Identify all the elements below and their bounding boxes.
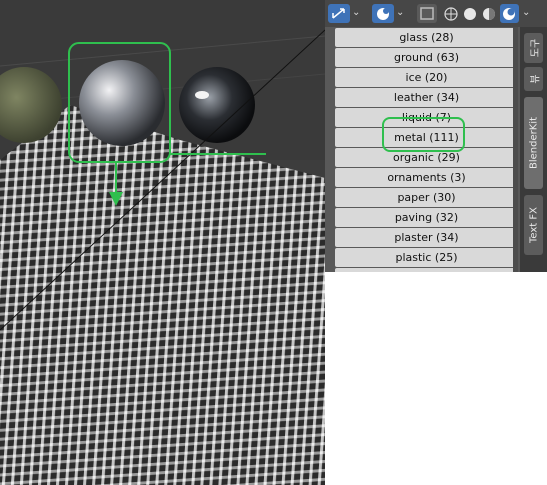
tab-view[interactable]: 뷰 (524, 67, 543, 91)
wireframe-shading-icon[interactable] (443, 4, 460, 23)
rendered-shading-icon[interactable] (500, 4, 519, 23)
category-item-ornaments[interactable]: ornaments (3) (335, 168, 518, 187)
chevron-down-icon: ⌄ (396, 7, 405, 18)
shading-dropdown[interactable]: ⌄ (522, 4, 532, 23)
tab-blenderkit[interactable]: BlenderKit (524, 97, 543, 189)
material-shading-icon[interactable] (481, 4, 498, 23)
viewport-scene (0, 0, 325, 485)
category-item-ground[interactable]: ground (63) (335, 48, 518, 67)
metal-highlight (382, 117, 465, 152)
solid-shading-icon[interactable] (462, 4, 479, 23)
overlay-icon[interactable] (372, 4, 394, 23)
category-item-plaster[interactable]: plaster (34) (335, 228, 518, 247)
sidebar-tabs: 도구 뷰 BlenderKit Text FX (520, 27, 547, 272)
category-item-plastic[interactable]: plastic (25) (335, 248, 518, 267)
3d-viewport[interactable] (0, 0, 325, 485)
tab-text-fx[interactable]: Text FX (524, 195, 543, 255)
gizmo-dropdown[interactable]: ⌄ (352, 4, 362, 23)
category-item-leather[interactable]: leather (34) (335, 88, 518, 107)
tab-tool[interactable]: 도구 (524, 33, 543, 63)
panel-scrollbar[interactable] (513, 27, 518, 272)
category-item-glass[interactable]: glass (28) (335, 28, 518, 47)
chevron-down-icon: ⌄ (522, 7, 531, 18)
gizmo-icon[interactable] (328, 4, 350, 23)
chevron-down-icon: ⌄ (352, 7, 361, 18)
category-item-paving[interactable]: paving (32) (335, 208, 518, 227)
viewport-header-toolbar: ⌄ ⌄ ⌄ (325, 0, 547, 27)
category-item-ice[interactable]: ice (20) (335, 68, 518, 87)
metal-sphere (79, 60, 165, 146)
category-item-paper[interactable]: paper (30) (335, 188, 518, 207)
overlay-dropdown[interactable]: ⌄ (396, 4, 406, 23)
category-item-partial[interactable] (335, 268, 518, 272)
xray-icon[interactable] (417, 4, 437, 23)
